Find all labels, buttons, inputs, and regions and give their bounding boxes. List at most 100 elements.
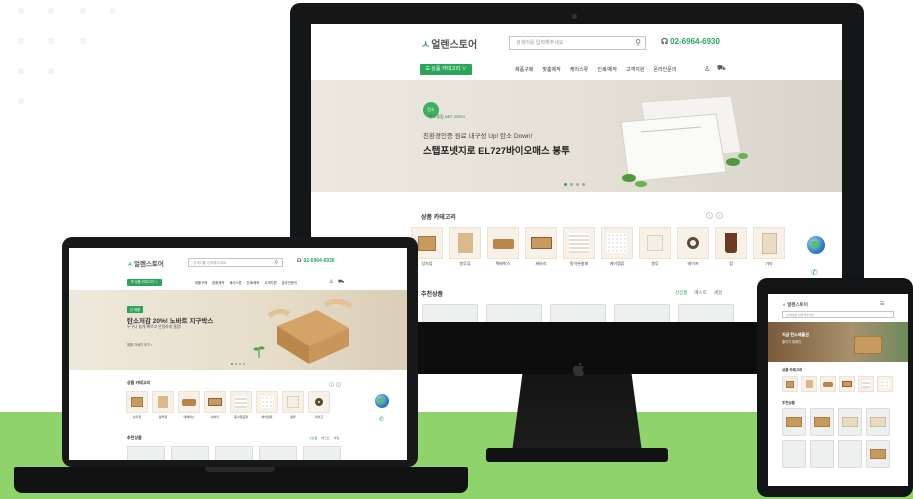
category-item[interactable]: 싸바리 [204, 391, 226, 419]
search-input[interactable]: 검색어를 입력해주세요 ⚲ [509, 36, 646, 50]
category-item[interactable]: 봉투 [282, 391, 304, 419]
search-input[interactable]: 검색어를 입력해주세요 [782, 311, 894, 318]
product-card[interactable] [550, 304, 606, 322]
globe-icon[interactable] [375, 394, 389, 408]
nav-item[interactable]: 제품구매 [515, 66, 533, 73]
nav-item[interactable]: 맞춤제작 [212, 280, 224, 285]
hero-pagination[interactable] [564, 183, 585, 186]
user-icon[interactable]: ♙ [329, 279, 333, 285]
category-item[interactable]: 에어캡류 [256, 391, 278, 419]
product-card[interactable] [171, 446, 209, 460]
site-logo[interactable]: ㅅ얼렌스토어 [782, 302, 808, 308]
globe-icon[interactable] [807, 236, 825, 254]
site-logo[interactable]: ㅅ얼렌스토어 [421, 36, 477, 51]
nav-item[interactable]: 인쇄/제작 [597, 66, 617, 73]
nav-item[interactable]: 케이스류 [570, 66, 588, 73]
category-item[interactable]: 종이완충재 [230, 391, 252, 419]
category-image [563, 227, 595, 259]
nav-item[interactable]: 고객지원 [264, 280, 276, 285]
category-item[interactable]: 상자류 [126, 391, 148, 419]
next-arrow-icon[interactable]: › [336, 382, 341, 387]
product-list [422, 304, 734, 322]
phone-call-icon[interactable]: ✆ [811, 268, 818, 277]
nav-item[interactable]: 온라인문의 [653, 66, 676, 73]
category-item[interactable] [858, 376, 874, 392]
hero-dot[interactable] [564, 183, 567, 186]
product-card[interactable] [810, 440, 834, 468]
site-logo[interactable]: ㅅ얼렌스토어 [127, 258, 164, 268]
product-card[interactable] [866, 440, 890, 468]
category-item[interactable]: 봉투 [639, 227, 671, 267]
category-item[interactable] [820, 376, 836, 392]
hero-banner[interactable]: 신 제품 탄소저감 20%! 노바트 지구박스 누구나 쉽게 빠르고 안정하게 … [69, 290, 407, 370]
category-item[interactable] [782, 376, 798, 392]
category-item[interactable] [839, 376, 855, 392]
product-card[interactable] [866, 408, 890, 436]
hero-banner[interactable]: 지금 탄소배출권 줄이기 캠페인 [768, 322, 908, 362]
product-card[interactable] [303, 446, 341, 460]
hero-banner[interactable]: 탄소 탄소중립 NET ZERO 친환경인증 원료 내구성 Up! 탄소 Dow… [311, 80, 842, 192]
product-card[interactable] [127, 446, 165, 460]
hero-dot[interactable] [576, 183, 579, 186]
search-icon[interactable]: ⚲ [635, 37, 641, 49]
menu-icon[interactable]: ☰ [880, 301, 884, 307]
category-item[interactable]: 봉투류 [449, 227, 481, 267]
next-arrow-icon[interactable]: › [716, 212, 723, 219]
product-card[interactable] [782, 440, 806, 468]
hero-dot[interactable] [239, 363, 241, 365]
nav-item[interactable]: 케이스류 [229, 280, 241, 285]
nav-item[interactable]: 맞춤제작 [542, 66, 560, 73]
category-item[interactable]: 종이완충재 [563, 227, 595, 267]
hero-badge-text: 탄소중립 NET ZERO [429, 114, 465, 119]
product-card[interactable] [678, 304, 734, 322]
recommend-tab[interactable]: 베스트 [694, 290, 706, 296]
product-card[interactable] [614, 304, 670, 322]
search-input[interactable]: 검색어를 입력해주세요 ⚲ [188, 258, 283, 267]
cart-icon[interactable]: ⛟ [717, 64, 726, 73]
category-item[interactable]: 택배박스 [178, 391, 200, 419]
category-item[interactable] [801, 376, 817, 392]
category-item[interactable]: 싸바리 [525, 227, 557, 267]
hero-dot[interactable] [582, 183, 585, 186]
recommend-tab[interactable]: 신상품 [309, 436, 317, 440]
hero-dot[interactable] [231, 363, 233, 365]
category-menu-button[interactable]: ☰ 상품 카테고리 ∨ [127, 279, 162, 286]
category-item[interactable]: 봉투류 [152, 391, 174, 419]
product-card[interactable] [838, 440, 862, 468]
user-icon[interactable]: ♙ [704, 65, 710, 73]
recommend-tab[interactable]: 세일 [714, 290, 722, 296]
product-card[interactable] [259, 446, 297, 460]
nav-item[interactable]: 온라인문의 [282, 280, 297, 285]
hero-dot[interactable] [235, 363, 237, 365]
nav-item[interactable]: 제품구매 [195, 280, 207, 285]
hero-dot[interactable] [570, 183, 573, 186]
nav-item[interactable]: 고객지원 [626, 66, 644, 73]
nav-item[interactable]: 인쇄/제작 [246, 280, 259, 285]
category-item[interactable]: 테이프 [677, 227, 709, 267]
recommend-tab[interactable]: 세일 [334, 436, 340, 440]
prev-arrow-icon[interactable]: ‹ [329, 382, 334, 387]
category-image [801, 376, 817, 392]
phone-call-icon[interactable]: ✆ [379, 416, 384, 423]
hero-detail-link[interactable]: 제품 자세히 보기 › [127, 342, 152, 347]
category-item[interactable]: 컵 [715, 227, 747, 267]
recommend-tab[interactable]: 신상품 [675, 290, 687, 296]
product-card[interactable] [838, 408, 862, 436]
product-card[interactable] [215, 446, 253, 460]
search-icon[interactable]: ⚲ [274, 259, 278, 266]
category-item[interactable]: 기타 [753, 227, 785, 267]
cart-icon[interactable]: ⛟ [338, 279, 344, 286]
product-card[interactable] [486, 304, 542, 322]
category-item[interactable]: 에어캡류 [601, 227, 633, 267]
hero-dot[interactable] [243, 363, 245, 365]
prev-arrow-icon[interactable]: ‹ [706, 212, 713, 219]
recommend-tab[interactable]: 베스트 [321, 436, 329, 440]
category-menu-button[interactable]: ☰ 상품 카테고리 ∨ [420, 64, 472, 75]
hero-pagination[interactable] [231, 363, 245, 365]
product-card[interactable] [782, 408, 806, 436]
category-item[interactable] [877, 376, 893, 392]
product-card[interactable] [422, 304, 478, 322]
category-item[interactable]: 택배박스 [487, 227, 519, 267]
product-card[interactable] [810, 408, 834, 436]
category-item[interactable]: 테이프 [308, 391, 330, 419]
